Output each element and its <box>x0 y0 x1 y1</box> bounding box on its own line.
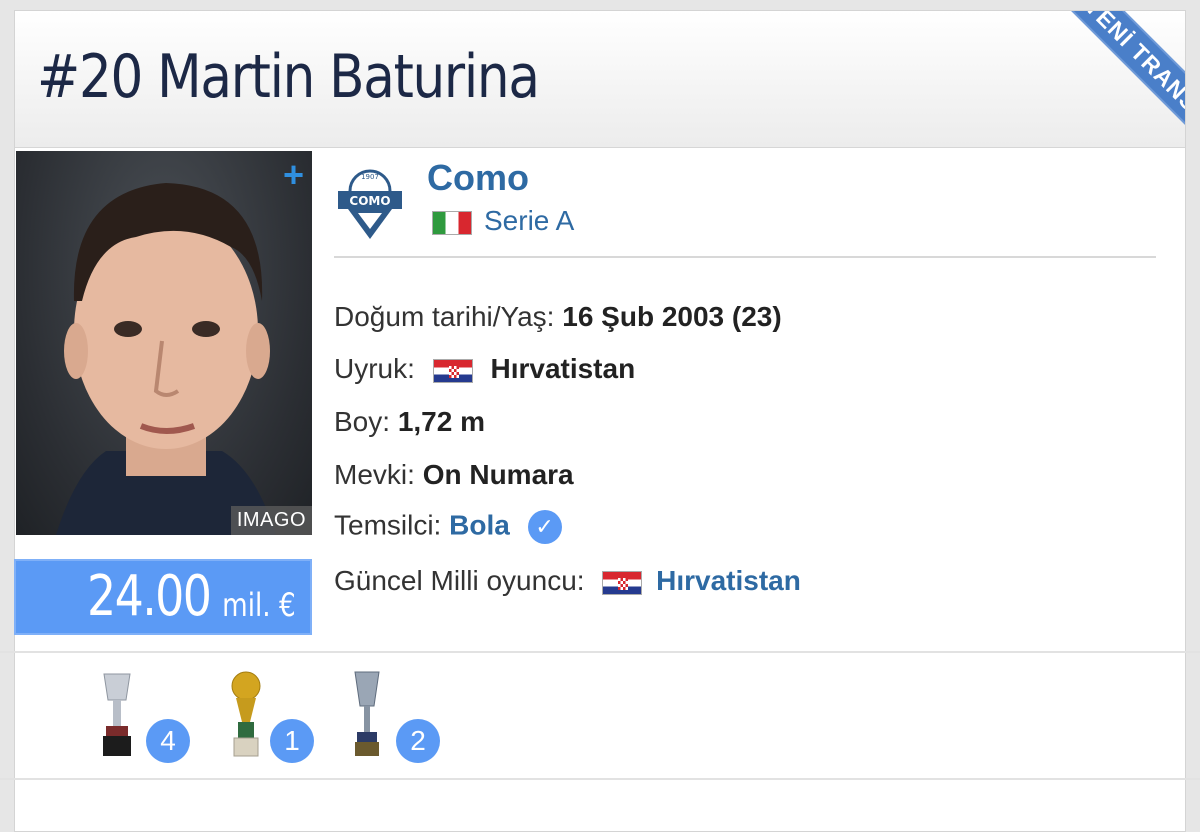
player-title: #20 Martin Baturina <box>37 42 540 112</box>
position-row: Mevki: On Numara <box>334 461 574 489</box>
club-name-link[interactable]: Como <box>427 157 529 199</box>
bottom-divider <box>0 778 1200 780</box>
market-value-amount: 24.00 <box>86 564 212 629</box>
dob-value: 16 Şub 2003 (23) <box>562 301 782 332</box>
ribbon-label: YENİ TRANSFER <box>1039 11 1185 192</box>
club-logo-icon[interactable]: 1907 COMO <box>334 163 406 243</box>
italy-flag-icon <box>432 210 472 235</box>
nationality-value: Hırvatistan <box>490 353 636 384</box>
plus-icon[interactable]: + <box>283 157 304 193</box>
croatia-flag-icon <box>602 570 643 595</box>
height-label: Boy: <box>334 406 391 437</box>
nationality-label: Uyruk: <box>334 353 415 384</box>
height-value: 1,72 m <box>397 406 485 437</box>
nationality-row: Uyruk: Hırvatistan <box>334 355 635 383</box>
verified-check-icon: ✓ <box>527 510 562 544</box>
market-value-unit: mil. € <box>222 586 296 624</box>
height-row: Boy: 1,72 m <box>334 408 485 436</box>
position-value: On Numara <box>422 459 574 490</box>
player-photo[interactable]: + IMAGO <box>16 151 312 535</box>
croatia-flag-icon <box>432 358 473 383</box>
golden-ball-trophy-icon[interactable] <box>226 670 266 758</box>
info-divider <box>334 256 1156 258</box>
player-header: #20 Martin Baturina YENİ TRANSFER <box>15 11 1185 192</box>
agent-label: Temsilci: <box>334 509 442 541</box>
national-team-link[interactable]: Hırvatistan <box>656 565 801 596</box>
dob-label: Doğum tarihi/Yaş: <box>334 301 555 332</box>
trophy-count-badge: 4 <box>146 719 190 763</box>
club-logo-year: 1907 <box>361 173 379 181</box>
national-team-label: Güncel Milli oyuncu: <box>334 565 585 596</box>
trophies-divider <box>0 651 1200 653</box>
new-transfer-ribbon: YENİ TRANSFER <box>969 11 1185 231</box>
national-team-row: Güncel Milli oyuncu: Hırvatistan <box>334 567 801 595</box>
golden-ball-count-badge: 1 <box>270 719 314 763</box>
photo-credit: IMAGO <box>230 506 312 535</box>
club-logo-text: COMO <box>349 194 390 208</box>
agent-row: Temsilci: Bola ✓ <box>334 510 562 544</box>
league-name: Serie A <box>484 205 575 236</box>
trophy-icon[interactable] <box>100 670 134 758</box>
player-portrait <box>56 183 276 535</box>
agent-link[interactable]: Bola <box>449 509 510 540</box>
position-label: Mevki: <box>334 459 415 490</box>
league-link[interactable]: Serie A <box>432 205 574 237</box>
dob-row: Doğum tarihi/Yaş: 16 Şub 2003 (23) <box>334 303 782 331</box>
cup-trophy-icon[interactable] <box>352 670 382 758</box>
market-value-box[interactable]: 24.00 mil. € <box>14 559 312 635</box>
cup-count-badge: 2 <box>396 719 440 763</box>
